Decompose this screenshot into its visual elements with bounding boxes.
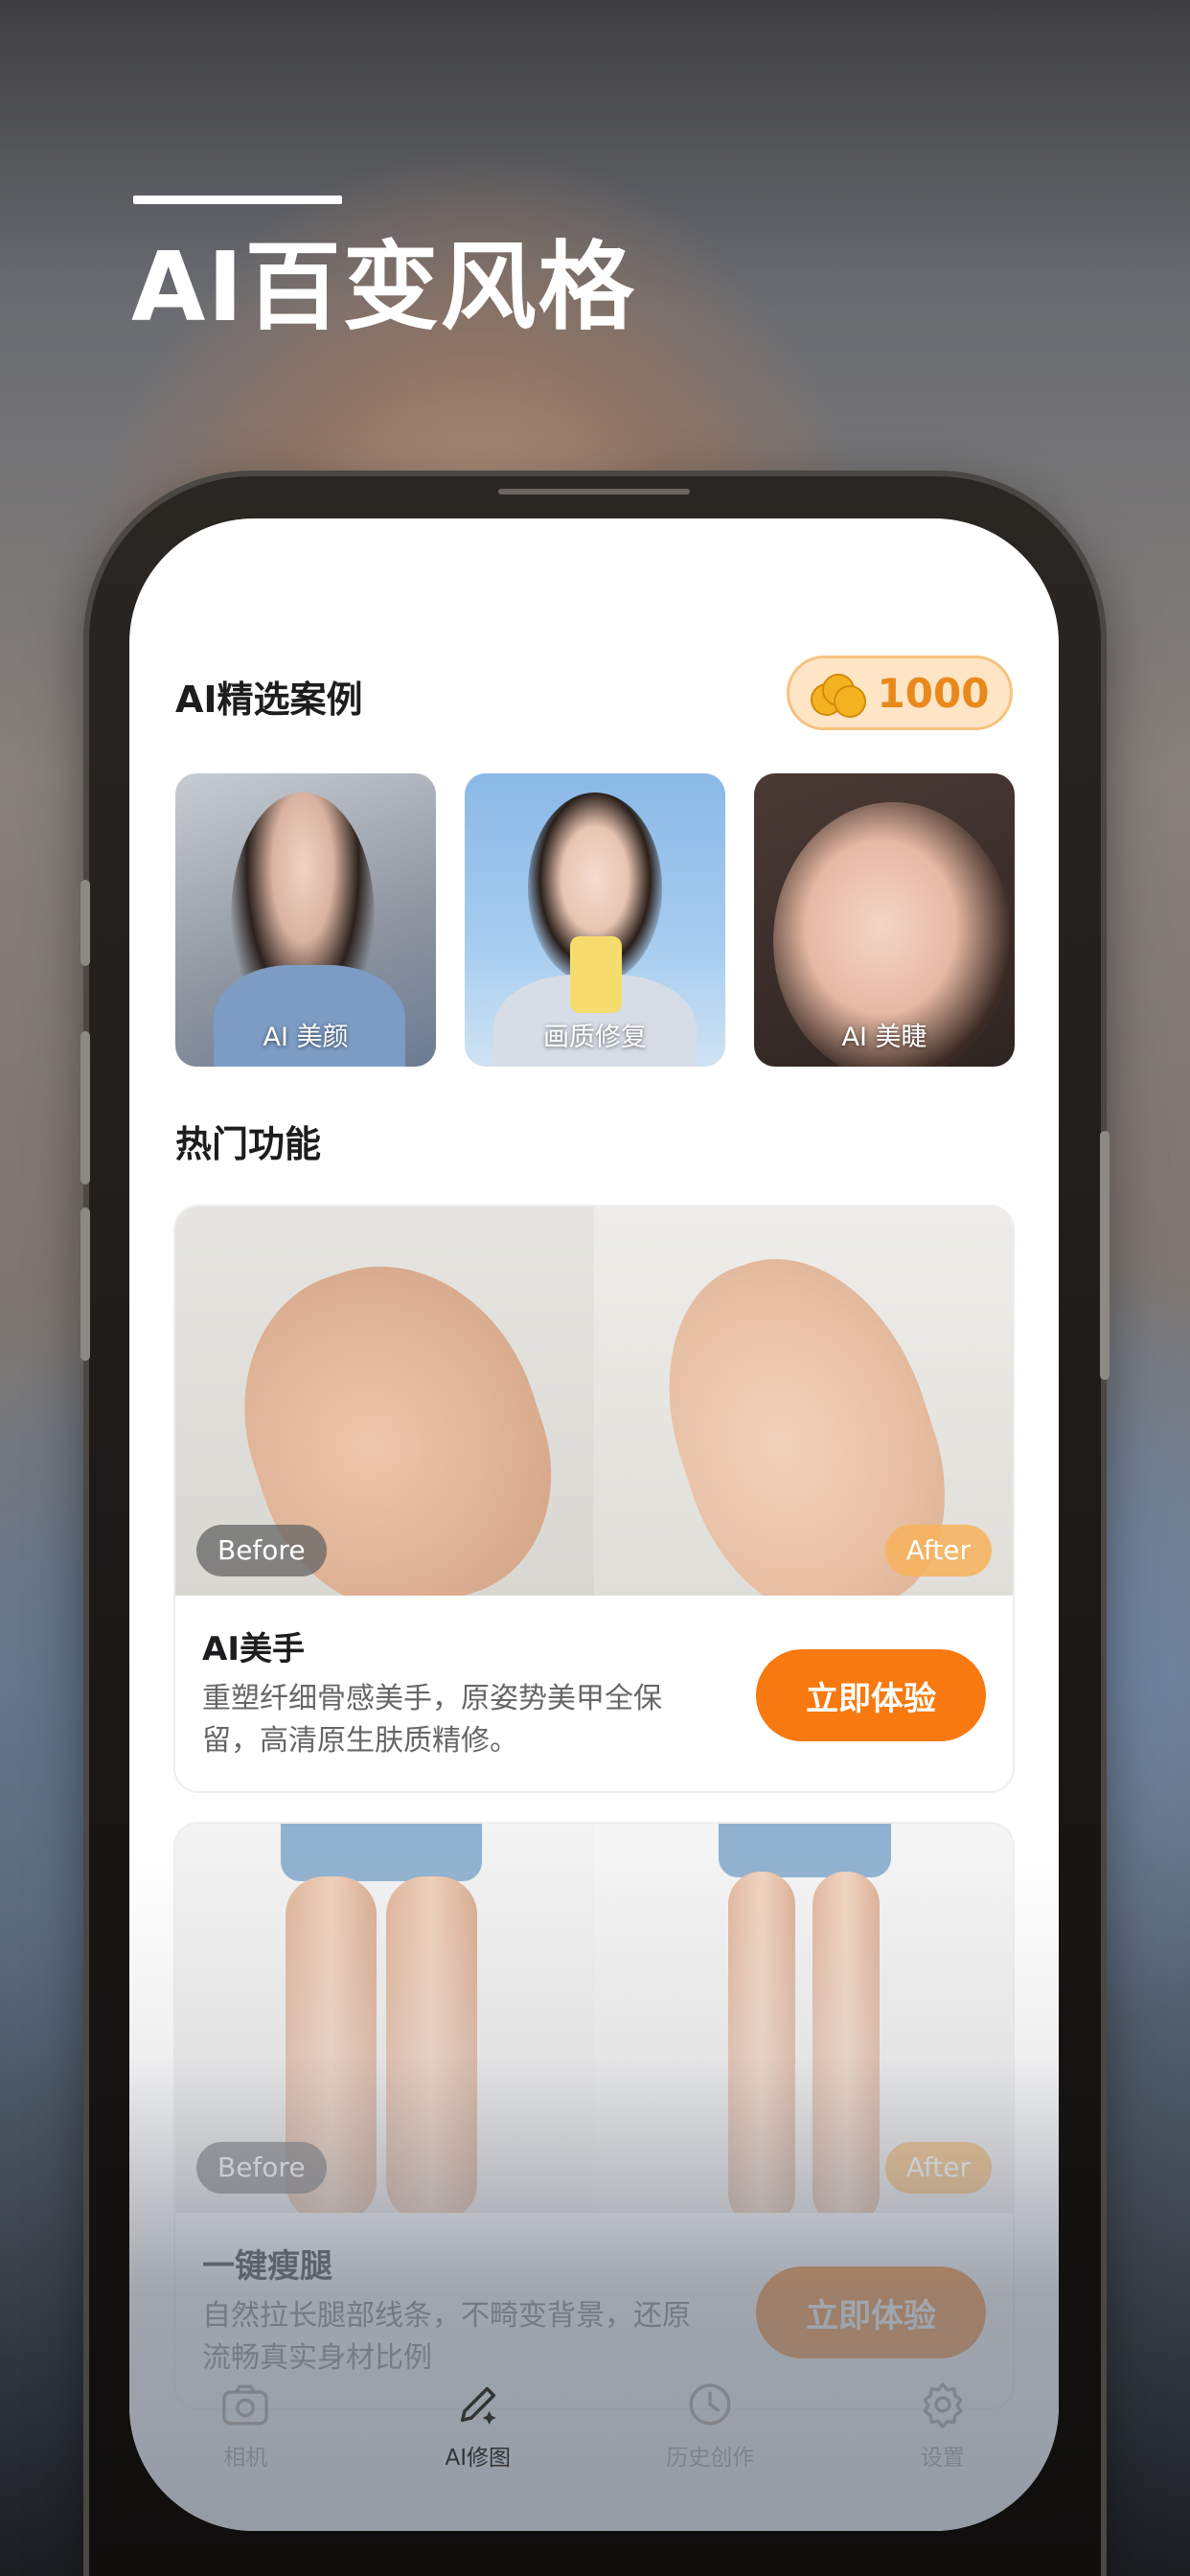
coins-icon bbox=[810, 670, 866, 718]
phone-volume-up bbox=[80, 1031, 90, 1184]
coin-balance[interactable]: 1000 bbox=[787, 656, 1013, 730]
feature-description: 自然拉长腿部线条，不畸变背景，还原流畅真实身材比例 bbox=[202, 2299, 691, 2375]
tab-label: 设置 bbox=[920, 2446, 965, 2471]
case-label: AI 美睫 bbox=[841, 1023, 927, 1052]
after-badge: After bbox=[884, 2142, 992, 2194]
feature-title: AI美手 bbox=[202, 1630, 305, 1668]
bottom-tabbar: 相机 AI修图 历史创作 设置 bbox=[129, 2378, 1059, 2493]
tab-label: AI修图 bbox=[445, 2446, 512, 2471]
phone-speaker bbox=[498, 489, 690, 494]
try-now-button[interactable]: 立即体验 bbox=[756, 2266, 986, 2358]
tab-ai-edit[interactable]: AI修图 bbox=[362, 2378, 595, 2493]
before-after-compare: Before After bbox=[175, 1824, 1013, 2213]
case-image-drink bbox=[570, 936, 622, 1013]
hero-decor-bar bbox=[133, 196, 342, 204]
phone-power-button bbox=[1100, 1131, 1110, 1380]
case-card-lash[interactable]: AI 美睫 bbox=[754, 773, 1015, 1067]
app-screen: AI精选案例 1000 AI 美颜 画质修复 AI 美睫 热门功能 Before… bbox=[129, 518, 1059, 2531]
case-list: AI 美颜 画质修复 AI 美睫 bbox=[175, 773, 1015, 1067]
feature-title: 一键瘦腿 bbox=[202, 2247, 332, 2286]
tab-label: 历史创作 bbox=[666, 2446, 755, 2471]
hero-title: AI百变风格 bbox=[131, 231, 636, 343]
tab-settings[interactable]: 设置 bbox=[827, 2378, 1060, 2493]
try-now-button[interactable]: 立即体验 bbox=[756, 1649, 986, 1741]
tab-camera[interactable]: 相机 bbox=[129, 2378, 362, 2493]
case-label: 画质修复 bbox=[543, 1023, 647, 1052]
case-card-restore[interactable]: 画质修复 bbox=[465, 773, 725, 1067]
phone-side-button bbox=[80, 880, 90, 966]
before-badge: Before bbox=[196, 2142, 327, 2194]
camera-icon bbox=[222, 2384, 269, 2426]
before-badge: Before bbox=[196, 1525, 327, 1576]
brush-icon bbox=[460, 2386, 496, 2425]
phone-volume-down bbox=[80, 1208, 90, 1361]
hot-features-title: 热门功能 bbox=[175, 1123, 322, 1165]
case-card-beauty[interactable]: AI 美颜 bbox=[175, 773, 436, 1067]
history-icon bbox=[689, 2383, 731, 2426]
selected-cases-title: AI精选案例 bbox=[175, 678, 363, 721]
after-badge: After bbox=[884, 1525, 992, 1576]
before-after-compare: Before After bbox=[175, 1207, 1013, 1596]
feature-card-legs[interactable]: Before After 一键瘦腿 自然拉长腿部线条，不畸变背景，还原流畅真实身… bbox=[175, 1824, 1013, 2408]
case-label: AI 美颜 bbox=[263, 1023, 349, 1052]
coin-count: 1000 bbox=[877, 669, 990, 717]
tab-label: 相机 bbox=[223, 2446, 268, 2471]
tab-history[interactable]: 历史创作 bbox=[594, 2378, 827, 2493]
feature-card-hand[interactable]: Before After AI美手 重塑纤细骨感美手，原姿势美甲全保留，高清原生… bbox=[175, 1207, 1013, 1791]
gear-icon bbox=[923, 2382, 963, 2429]
feature-description: 重塑纤细骨感美手，原姿势美甲全保留，高清原生肤质精修。 bbox=[202, 1682, 662, 1758]
